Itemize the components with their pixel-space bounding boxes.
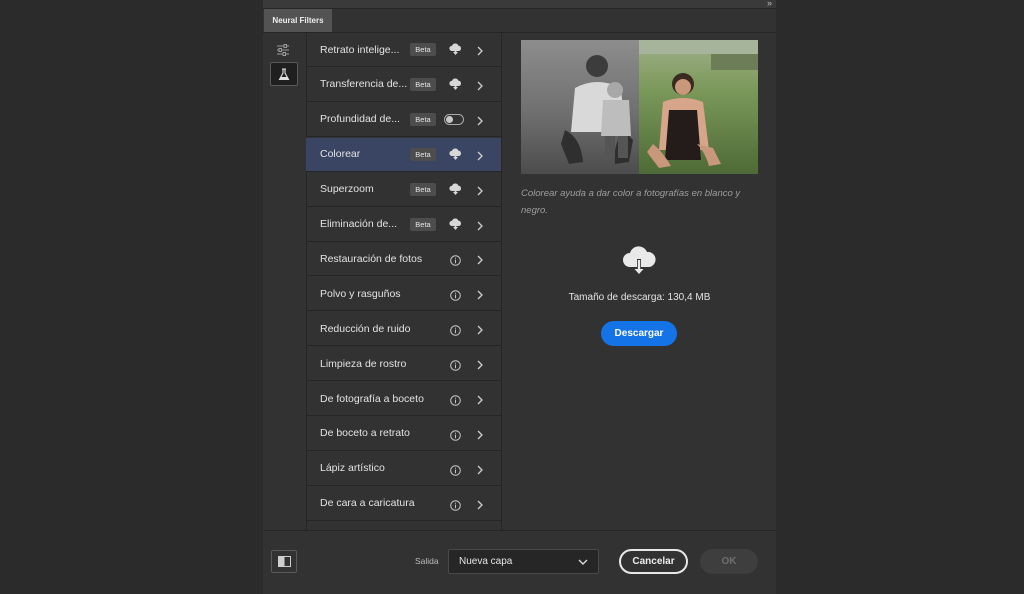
chevron-right-icon bbox=[476, 358, 484, 370]
info-icon[interactable] bbox=[450, 358, 461, 371]
beta-badge: Beta bbox=[410, 77, 436, 91]
filter-item-label: Polvo y rasguños bbox=[320, 287, 401, 300]
chevron-right-icon bbox=[476, 44, 484, 56]
filter-description: Colorear ayuda a dar color a fotografías… bbox=[521, 188, 741, 216]
filter-toggle[interactable] bbox=[444, 113, 464, 125]
filter-item[interactable]: De fotografía a boceto bbox=[306, 382, 501, 416]
filter-item-label: De fotografía a boceto bbox=[320, 392, 424, 405]
footer-divider bbox=[263, 530, 776, 531]
info-icon[interactable] bbox=[450, 288, 461, 302]
filter-item[interactable]: Colorear Beta bbox=[306, 137, 501, 172]
info-icon[interactable] bbox=[450, 393, 461, 406]
beta-badge: Beta bbox=[410, 182, 436, 196]
beta-badge: Beta bbox=[410, 217, 436, 231]
chevron-right-icon bbox=[476, 463, 484, 475]
filter-item[interactable]: Profundidad de... Beta bbox=[306, 103, 501, 137]
filter-list: Retrato intelige... Beta Transferencia de.… bbox=[306, 33, 502, 530]
chevron-right-icon bbox=[476, 114, 484, 126]
filter-item-label: Transferencia de... bbox=[320, 78, 408, 91]
chevron-right-icon bbox=[476, 149, 484, 161]
colorize-preview-image bbox=[521, 40, 758, 174]
ok-button[interactable]: OK bbox=[700, 549, 758, 574]
filter-item-label: Restauración de fotos bbox=[320, 252, 423, 265]
cloud-download-icon[interactable] bbox=[449, 78, 462, 91]
filter-item-label: Reducción de ruido bbox=[320, 322, 411, 335]
filter-item-label: Eliminación de... bbox=[320, 218, 398, 230]
split-view-icon bbox=[277, 556, 291, 567]
info-icon[interactable] bbox=[450, 463, 461, 476]
filter-item[interactable]: Transferencia de... Beta bbox=[306, 68, 501, 102]
filter-item-label: Superzoom bbox=[320, 183, 374, 196]
chevron-right-icon bbox=[476, 393, 484, 405]
filter-item[interactable]: De cara a caricatura bbox=[306, 487, 501, 521]
cloud-download-icon bbox=[623, 246, 656, 275]
info-icon[interactable] bbox=[450, 323, 461, 336]
filter-item-label: De boceto a retrato bbox=[320, 427, 410, 440]
filter-item-label: Limpieza de rostro bbox=[320, 357, 407, 370]
filter-item-label: Colorear bbox=[320, 148, 361, 161]
cloud-download-icon[interactable] bbox=[449, 148, 462, 161]
beta-badge: Beta bbox=[410, 43, 436, 56]
chevron-right-icon bbox=[476, 253, 484, 265]
filter-item[interactable]: Eliminación de... Beta bbox=[306, 208, 501, 242]
info-icon[interactable] bbox=[450, 498, 461, 511]
download-size-text: Tamaño de descarga: 130,4 MB bbox=[568, 292, 711, 303]
filter-item[interactable]: Lápiz artístico bbox=[306, 452, 501, 486]
chevron-right-icon bbox=[476, 323, 484, 335]
preview-toggle-button[interactable] bbox=[271, 550, 297, 573]
output-label: Salida bbox=[415, 556, 439, 566]
info-icon[interactable] bbox=[450, 428, 461, 441]
chevron-right-icon bbox=[476, 219, 484, 231]
filter-item-label: Profundidad de... bbox=[320, 113, 400, 126]
filter-item[interactable]: Retrato intelige... Beta bbox=[306, 33, 501, 67]
filter-item[interactable]: Polvo y rasguños bbox=[306, 277, 501, 312]
panel-top-bar: » bbox=[263, 0, 776, 9]
filter-item[interactable]: Superzoom Beta bbox=[306, 173, 501, 207]
sliders-icon bbox=[277, 44, 289, 56]
filter-item[interactable]: Limpieza de rostro bbox=[306, 347, 501, 382]
cloud-download-icon[interactable] bbox=[449, 217, 462, 231]
neural-filters-panel: » Neural Filters Retrato intelige... Beta… bbox=[263, 0, 776, 594]
filter-item[interactable]: De boceto a retrato bbox=[306, 417, 501, 451]
output-select[interactable]: Nueva capa bbox=[448, 549, 599, 574]
output-select-value: Nueva capa bbox=[459, 556, 513, 567]
info-icon[interactable] bbox=[450, 253, 461, 267]
beta-badge: Beta bbox=[410, 112, 436, 126]
filter-item[interactable]: Reducción de ruido bbox=[306, 312, 501, 347]
filter-item-label: De cara a caricatura bbox=[320, 497, 415, 510]
beta-filters-button[interactable] bbox=[270, 62, 298, 86]
chevron-right-icon bbox=[476, 79, 484, 91]
chevron-right-icon bbox=[476, 288, 484, 300]
cancel-button[interactable]: Cancelar bbox=[619, 549, 688, 574]
chevron-right-icon bbox=[476, 428, 484, 440]
cloud-download-icon[interactable] bbox=[449, 183, 462, 196]
cloud-download-icon[interactable] bbox=[449, 43, 462, 56]
filter-item-label: Lápiz artístico bbox=[320, 462, 385, 475]
chevron-right-icon bbox=[476, 184, 484, 196]
collapse-panel-icon[interactable]: » bbox=[767, 0, 772, 8]
filter-item-label: Retrato intelige... bbox=[320, 43, 400, 56]
filter-item[interactable]: Restauración de fotos bbox=[306, 242, 501, 277]
beta-badge: Beta bbox=[410, 147, 436, 161]
tab-neural-filters[interactable]: Neural Filters bbox=[264, 9, 332, 32]
download-button[interactable]: Descargar bbox=[601, 321, 677, 346]
all-filters-button[interactable] bbox=[270, 39, 296, 61]
tool-column bbox=[263, 33, 307, 530]
flask-icon bbox=[278, 67, 290, 80]
chevron-right-icon bbox=[476, 498, 484, 510]
chevron-down-icon bbox=[578, 559, 588, 565]
